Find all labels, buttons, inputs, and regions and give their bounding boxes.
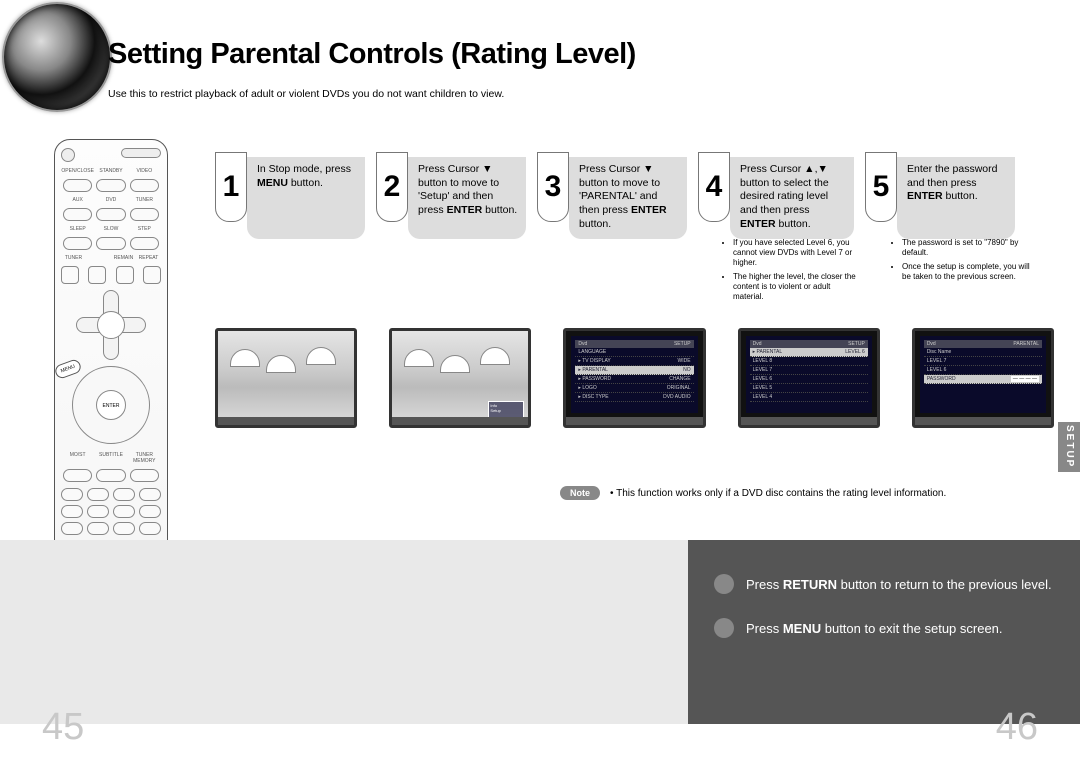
step-2: 2 Press Cursor ▼ button to move to 'Setu… — [376, 157, 526, 239]
page-title: Setting Parental Controls (Rating Level) — [108, 38, 636, 71]
step-1: 1 In Stop mode, press MENU button. — [215, 157, 365, 239]
step-5: 5 Enter the password and then press ENTE… — [865, 157, 1015, 239]
remote-labels: OPEN/CLOSESTANDBYVIDEO — [61, 168, 161, 174]
section-tab: SETUP — [1058, 422, 1080, 472]
step-3: 3 Press Cursor ▼ button to move to 'PARE… — [537, 157, 687, 239]
step4-notes: If you have selected Level 6, you cannot… — [723, 238, 863, 306]
step5-notes: The password is set to "7890" by default… — [892, 238, 1032, 286]
step-number: 3 — [537, 152, 569, 222]
page-number-right: 46 — [996, 706, 1038, 749]
volume-tuning-cross — [76, 290, 146, 360]
tv-screen-5: DvdPARENTAL Disc Name LEVEL 7 LEVEL 6 PA… — [912, 328, 1054, 428]
dpad: ENTER — [72, 366, 150, 444]
menu-button: MENU — [53, 358, 82, 380]
steps-row: 1 In Stop mode, press MENU button. 2 Pre… — [215, 157, 1054, 239]
bullet-icon — [714, 574, 734, 594]
note-badge: Note — [560, 486, 600, 500]
tv-dvd-switch — [121, 148, 161, 158]
page-number-left: 45 — [42, 706, 84, 749]
speaker-graphic — [2, 2, 112, 112]
step-number: 1 — [215, 152, 247, 222]
tv-screen-1 — [215, 328, 357, 428]
footnote: Note • This function works only if a DVD… — [560, 486, 946, 500]
step-number: 2 — [376, 152, 408, 222]
tv-screen-2: InfoSetup — [389, 328, 531, 428]
tv-screen-4: DvdSETUP ▸ PARENTALLEVEL 6 LEVEL 8 LEVEL… — [738, 328, 880, 428]
tv-screen-3: DvdSETUP LANGUAGE ▸ TV DISPLAYWIDE ▸ PAR… — [563, 328, 705, 428]
bullet-icon — [714, 618, 734, 638]
step-number: 4 — [698, 152, 730, 222]
manual-spread: Setting Parental Controls (Rating Level)… — [0, 0, 1080, 763]
step-number: 5 — [865, 152, 897, 222]
tv-screenshots: InfoSetup DvdSETUP LANGUAGE ▸ TV DISPLAY… — [215, 328, 1054, 428]
page-subtitle: Use this to restrict playback of adult o… — [108, 88, 504, 100]
footer-tips: Press RETURN button to return to the pre… — [688, 540, 1080, 724]
step-4: 4 Press Cursor ▲,▼ button to select the … — [698, 157, 854, 239]
enter-button: ENTER — [96, 390, 126, 420]
